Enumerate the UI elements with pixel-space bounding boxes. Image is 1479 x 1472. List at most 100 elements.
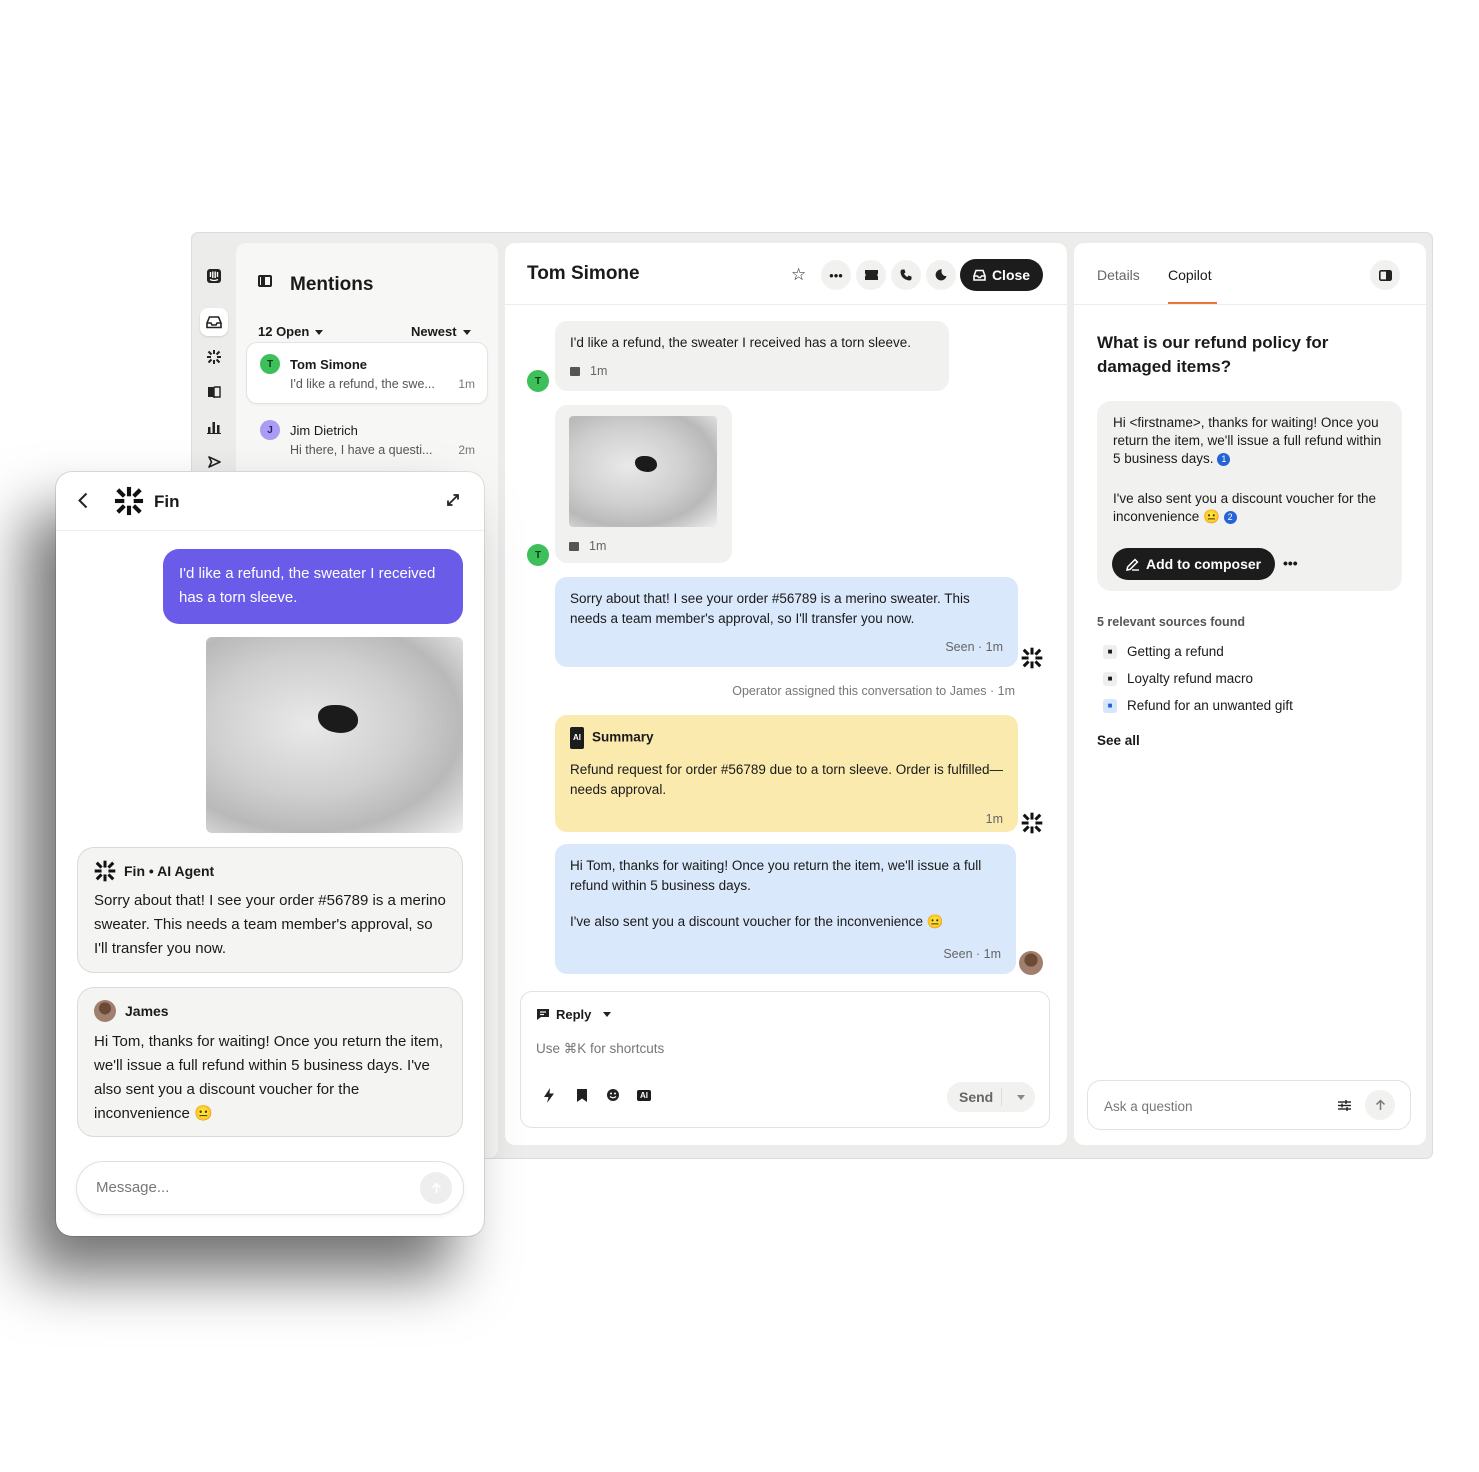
send-button[interactable]: Send [947, 1082, 1035, 1112]
sort-label: Newest [411, 324, 457, 339]
conversation-icon: ■ [1103, 698, 1117, 713]
user-message: I'd like a refund, the sweater I receive… [163, 549, 463, 624]
message-time: 1m [590, 364, 608, 378]
tab-details[interactable]: Details [1097, 267, 1140, 283]
avatar: J [260, 420, 280, 440]
answer-paragraph: Hi <firstname>, thanks for waiting! Once… [1113, 414, 1386, 468]
send-label: Send [959, 1089, 994, 1105]
conversation-item-jim[interactable]: J Jim Dietrich Hi there, I have a questi… [247, 409, 487, 469]
conversation-preview: I'd like a refund, the swe... [290, 377, 435, 391]
agent-message: Hi Tom, thanks for waiting! Once you ret… [555, 844, 1016, 974]
message-text: Hi Tom, thanks for waiting! Once you ret… [570, 858, 982, 893]
more-options-icon[interactable]: ••• [821, 260, 851, 290]
conversation-time: 1m [458, 377, 475, 391]
tab-copilot[interactable]: Copilot [1168, 267, 1212, 283]
reply-mode-dropdown[interactable]: Reply [536, 1007, 612, 1022]
source-item[interactable]: ■ Refund for an unwanted gift [1103, 698, 1293, 713]
more-options-icon[interactable]: ••• [1283, 554, 1298, 572]
panel-toggle-icon[interactable] [1370, 260, 1400, 290]
summary-text: Refund request for order #56789 due to a… [570, 762, 1003, 797]
message-status: Seen · 1m [943, 947, 1001, 961]
fin-logo-icon [114, 486, 144, 521]
open-filter-label: 12 Open [258, 324, 310, 339]
star-icon[interactable]: ☆ [791, 265, 806, 285]
customer-image-message: 1m [555, 405, 732, 563]
message-placeholder: Message... [96, 1179, 170, 1196]
message-input[interactable]: Message... [77, 1162, 463, 1214]
message-status: Seen · 1m [945, 640, 1003, 654]
composer-input[interactable]: Use ⌘K for shortcuts [536, 1041, 664, 1057]
agent-avatar [94, 1000, 116, 1022]
message-text: I've also sent you a discount voucher fo… [570, 914, 944, 929]
citation-badge[interactable]: 2 [1223, 510, 1237, 524]
see-all-link[interactable]: See all [1097, 733, 1140, 748]
copilot-question: What is our refund policy for damaged it… [1097, 333, 1329, 376]
conversation-time: 2m [458, 443, 475, 457]
bookmark-icon[interactable] [577, 1089, 587, 1107]
answer-text: Hi <firstname>, thanks for waiting! Once… [1113, 415, 1382, 466]
add-to-composer-button[interactable]: Add to composer [1112, 548, 1276, 580]
knowledge-book-icon[interactable] [200, 378, 228, 406]
agent-avatar [1019, 951, 1043, 975]
answer-paragraph: I've also sent you a discount voucher fo… [1113, 490, 1386, 526]
message-channel-icon [570, 367, 580, 377]
copilot-panel: Details Copilot What is our refund polic… [1074, 243, 1426, 1145]
ai-badge-icon: AI [570, 727, 584, 749]
sidebar-toggle-icon[interactable] [258, 275, 272, 287]
source-item[interactable]: ■ Getting a refund [1103, 644, 1224, 659]
citation-badge[interactable]: 1 [1217, 452, 1231, 466]
reply-composer[interactable]: Reply Use ⌘K for shortcuts AI Send [520, 991, 1050, 1128]
avatar: T [260, 354, 280, 374]
conversation-name: Jim Dietrich [290, 423, 358, 438]
message-author: Fin • AI Agent [94, 860, 446, 882]
sort-dropdown[interactable]: Newest [411, 324, 471, 339]
filter-settings-icon[interactable] [1338, 1099, 1351, 1117]
expand-icon[interactable] [446, 493, 460, 512]
inbox-title: Mentions [290, 274, 374, 295]
phone-icon[interactable] [891, 260, 921, 290]
message-text: I'd like a refund, the sweater I receive… [570, 335, 912, 350]
send-arrow-icon[interactable] [420, 1172, 452, 1204]
message-text: Sorry about that! I see your order #5678… [570, 591, 970, 626]
fin-message: Sorry about that! I see your order #5678… [555, 577, 1018, 667]
ai-compose-icon[interactable]: AI [637, 1090, 651, 1101]
copilot-answer-card: Hi <firstname>, thanks for waiting! Once… [1097, 401, 1402, 591]
torn-hole [635, 456, 657, 472]
open-filter-dropdown[interactable]: 12 Open [258, 324, 324, 339]
lightning-icon[interactable] [543, 1088, 555, 1108]
source-title: Getting a refund [1127, 644, 1224, 659]
reports-chart-icon[interactable] [200, 413, 228, 441]
fin-agent-message: Fin • AI Agent Sorry about that! I see y… [78, 848, 462, 972]
chevron-down-icon[interactable] [1017, 1095, 1025, 1100]
conversation-panel: Tom Simone ☆ ••• Close I'd like a refund… [505, 243, 1067, 1145]
conversation-preview: Hi there, I have a questi... [290, 443, 433, 457]
fin-icon[interactable] [200, 343, 228, 371]
back-chevron-icon[interactable] [78, 492, 88, 514]
ai-summary-note: AI Summary Refund request for order #5678… [555, 715, 1018, 832]
ask-question-input[interactable]: Ask a question [1087, 1080, 1411, 1130]
conversation-item-tom[interactable]: T Tom Simone I'd like a refund, the swe.… [247, 343, 487, 403]
close-conversation-button[interactable]: Close [960, 259, 1043, 291]
fin-icon [94, 860, 116, 882]
customer-message: I'd like a refund, the sweater I receive… [555, 321, 949, 391]
ticket-icon[interactable] [856, 260, 886, 290]
assignment-note: Operator assigned this conversation to J… [732, 684, 1015, 698]
close-label: Close [991, 267, 1031, 283]
torn-sweater-image[interactable] [569, 416, 717, 527]
torn-sweater-image[interactable] [206, 637, 463, 833]
snooze-moon-icon[interactable] [926, 260, 956, 290]
submit-arrow-icon[interactable] [1365, 1090, 1395, 1120]
chevron-down-icon [315, 330, 324, 336]
source-item[interactable]: ■ Loyalty refund macro [1103, 671, 1253, 686]
emoji-icon[interactable] [606, 1088, 620, 1107]
app-logo-icon[interactable] [200, 262, 228, 290]
summary-header: AI Summary [570, 727, 1003, 749]
divider [1074, 304, 1426, 305]
message-time: 1m [589, 539, 607, 553]
inbox-icon[interactable] [200, 308, 228, 336]
message-text: Hi Tom, thanks for waiting! Once you ret… [94, 1033, 444, 1122]
source-title: Refund for an unwanted gift [1127, 698, 1293, 713]
divider [56, 530, 484, 531]
agent-message: James Hi Tom, thanks for waiting! Once y… [78, 988, 462, 1136]
reply-icon [537, 1009, 549, 1020]
